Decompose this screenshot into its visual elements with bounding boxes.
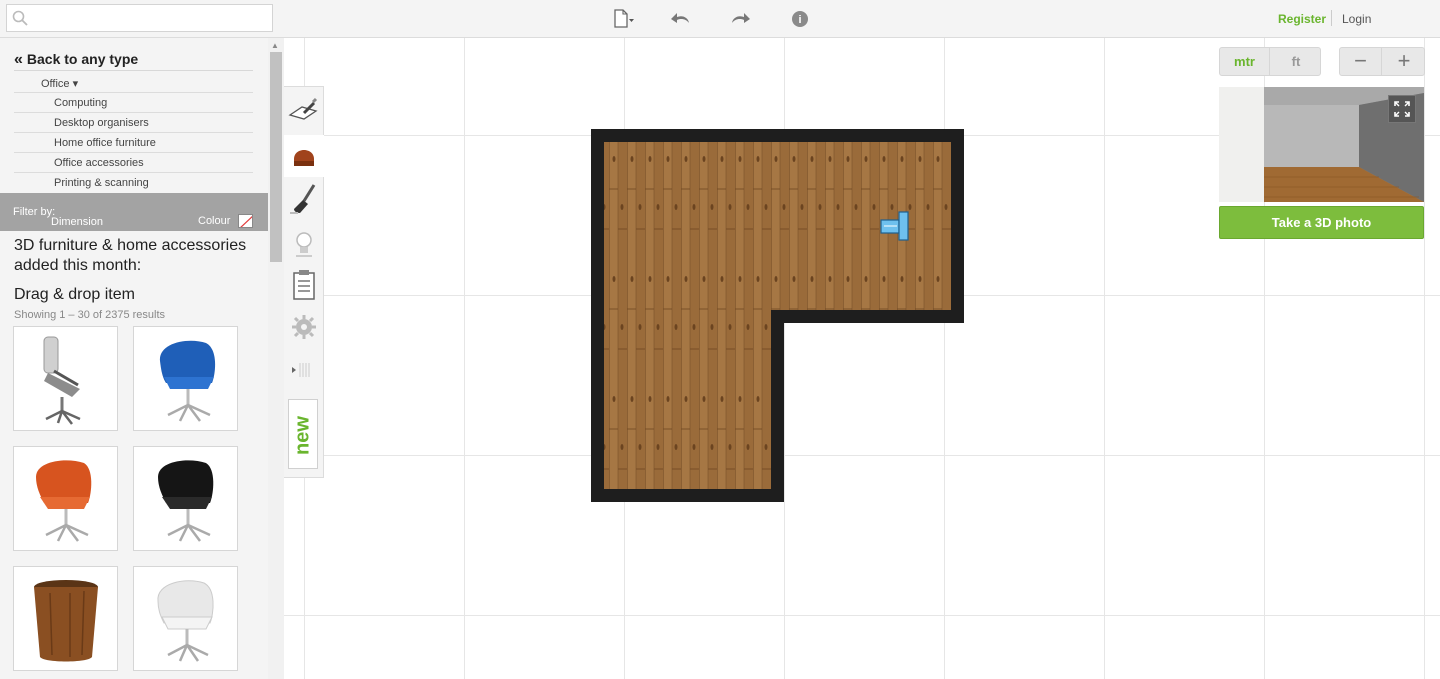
redo-icon [732,13,750,23]
back-to-any-type-link[interactable]: «Back to any type [14,51,253,71]
filter-colour[interactable]: Colour [198,215,230,227]
subcategory-label: Computing [54,97,108,109]
back-label: Back to any type [26,51,139,67]
draw-walls-tool[interactable] [284,89,324,131]
furniture-tool[interactable] [284,135,324,177]
item-tile-black-shell-chair[interactable] [133,446,238,551]
subcategory-label: Printing & scanning [54,177,149,189]
filter-label: Filter by: [13,206,56,218]
expand-icon [1394,101,1410,117]
colour-swatch-none-icon[interactable] [238,214,253,228]
tool-strip: new [284,86,324,478]
item-tile-white-shell-chair[interactable] [133,566,238,671]
office-chair-thumbnail [43,336,81,425]
subcategory-home-office-furniture[interactable]: Home office furniture [14,133,253,153]
register-link[interactable]: Register [1278,12,1326,26]
search-icon [12,10,28,26]
sidebar-scrollbar[interactable]: ▲ [268,38,284,679]
new-label: new [291,416,314,455]
info-icon: i [792,11,808,27]
filter-bar: Filter by: Dimension Colour [0,193,268,231]
subcategory-label: Home office furniture [54,137,156,149]
item-tile-orange-shell-chair[interactable] [13,446,118,551]
results-count: Showing 1 – 30 of 2375 results [14,309,166,321]
search-input[interactable] [33,5,268,31]
new-items-tab[interactable]: new [288,399,318,469]
white-chair-thumbnail [157,580,214,662]
subcategory-computing[interactable]: Computing [14,93,253,113]
zoom-in-button[interactable]: + [1383,48,1425,75]
3d-preview[interactable] [1219,87,1424,202]
furniture-icon [294,150,314,166]
search-box[interactable] [6,4,273,32]
light-bulb-icon [296,232,312,257]
top-toolbar: i Register Login [0,0,1440,38]
item-tile-wooden-bin[interactable] [13,566,118,671]
new-file-button[interactable] [611,8,635,30]
redo-button[interactable] [728,8,752,30]
collapse-panel-tool[interactable] [284,349,324,391]
category-label: Office ▾ [41,78,79,90]
room-floorplan[interactable] [591,129,965,503]
unit-toggle: mtr ft [1219,47,1321,76]
wooden-bin-thumbnail [34,580,98,662]
paint-tool[interactable] [284,179,324,221]
unit-feet-button[interactable]: ft [1271,48,1321,75]
take-3d-photo-button[interactable]: Take a 3D photo [1219,206,1424,239]
subcategory-label: Office accessories [54,157,144,169]
lighting-tool[interactable] [284,223,324,265]
item-tile-blue-shell-chair[interactable] [133,326,238,431]
blue-chair-thumbnail [159,340,216,422]
subcategory-printing-scanning[interactable]: Printing & scanning [14,173,253,193]
unit-metric-button[interactable]: mtr [1220,48,1270,75]
zoom-out-button[interactable]: − [1340,48,1382,75]
new-items-heading: 3D furniture & home accessories added th… [14,237,247,274]
orange-chair-thumbnail [36,460,92,542]
login-link[interactable]: Login [1342,12,1371,26]
svg-text:i: i [798,14,801,26]
clipboard-icon [293,270,315,300]
scrollbar-thumb[interactable] [270,52,282,262]
fullscreen-button[interactable] [1388,95,1416,123]
item-tile-grey-office-chair[interactable] [13,326,118,431]
zoom-controls: − + [1339,47,1425,76]
new-file-dropdown-icon [614,9,634,28]
subcategory-office-accessories[interactable]: Office accessories [14,153,253,173]
help-button[interactable]: i [789,8,813,30]
drag-drop-title: Drag & drop item [14,286,135,303]
settings-tool[interactable] [284,307,324,349]
details-tool[interactable] [284,265,324,307]
filter-dimension[interactable]: Dimension [51,216,103,228]
undo-button[interactable] [669,8,693,30]
catalog-sidebar: «Back to any type Office ▾ Computing Des… [0,38,284,679]
undo-icon [671,13,689,23]
draw-walls-icon [288,97,318,120]
scroll-up-arrow-icon[interactable]: ▲ [271,41,279,50]
settings-gear-icon [292,315,316,339]
auth-divider [1331,10,1332,26]
paint-brush-icon [290,184,316,214]
double-chevron-left-icon: « [14,51,23,68]
subcategory-desktop-organisers[interactable]: Desktop organisers [14,113,253,133]
collapse-icon [292,363,310,377]
black-chair-thumbnail [158,460,214,542]
category-office[interactable]: Office ▾ [14,73,253,93]
subcategory-label: Desktop organisers [54,117,149,129]
